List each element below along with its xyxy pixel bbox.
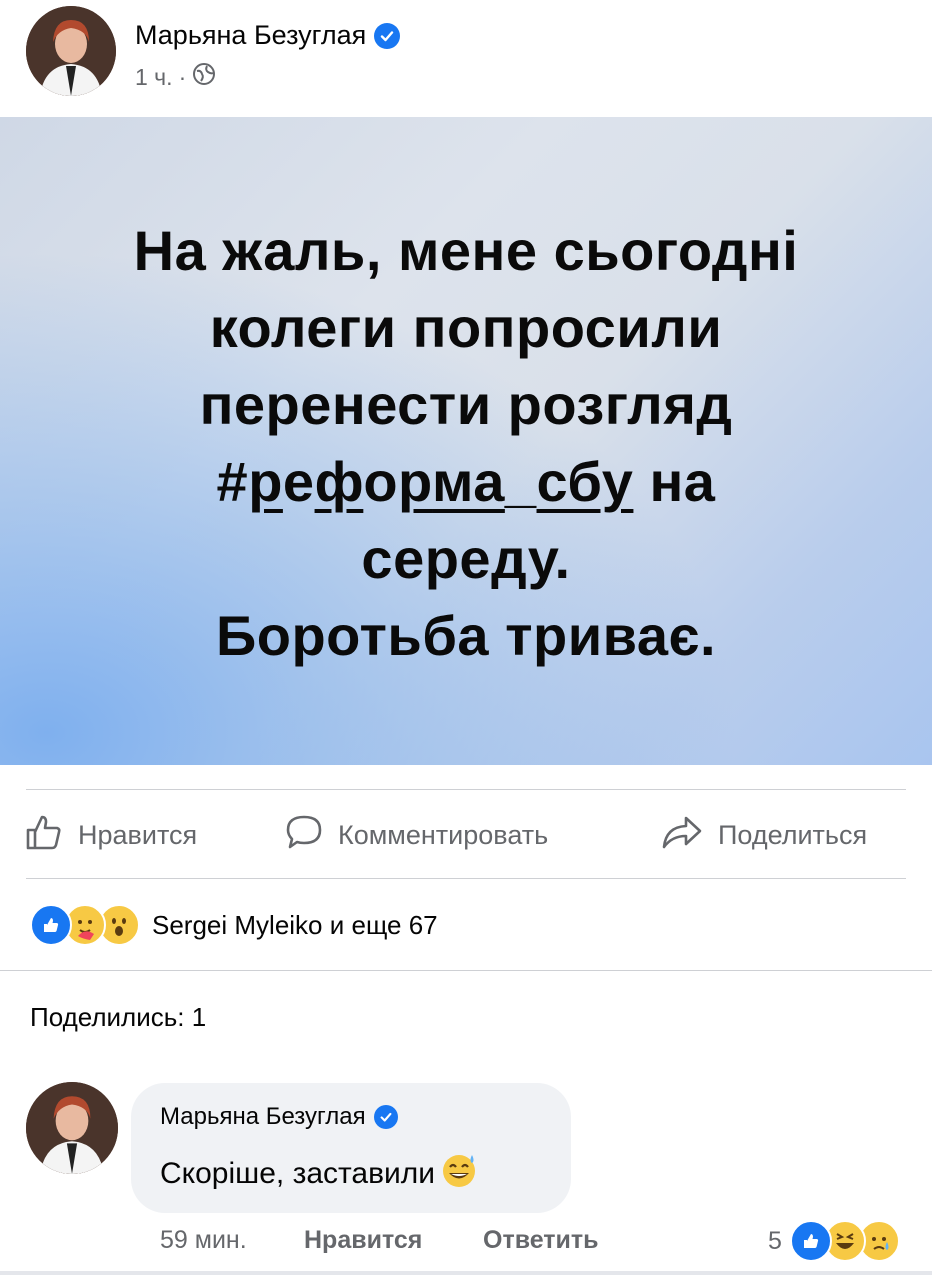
comment-bubble-icon [284,812,324,859]
like-reaction-icon [30,904,72,946]
comment-label: Комментировать [338,820,549,850]
post-author-avatar[interactable] [26,6,116,96]
share-arrow-icon [660,812,704,859]
globe-icon [192,62,216,92]
post-text-line: перенести розгляд [199,373,733,436]
post-time[interactable]: 1 ч. [135,64,173,91]
post-author-name[interactable]: Марьяна Безуглая [135,20,401,51]
hashtag-link[interactable]: #реформа_сбу [217,450,634,513]
post-image[interactable]: На жаль, мене сьогодні колеги попросили … [0,117,932,765]
shares-count[interactable]: Поделились: 1 [30,1002,206,1033]
comment-text: Скоріше, заставили [160,1150,479,1198]
share-label: Поделиться [718,820,868,850]
verified-badge-icon [373,1105,398,1129]
post-text-line: Боротьба триває. [216,604,716,667]
post-text-line: На жаль, мене сьогодні [133,219,799,282]
divider [26,878,906,879]
like-label: Нравится [78,820,198,850]
author-name-text[interactable]: Марьяна Безуглая [135,20,366,51]
post-text-line: середу. [361,527,571,590]
comment-author[interactable]: Марьяна Безуглая [160,1103,398,1131]
divider [0,970,932,971]
sweat-smile-emoji-icon [439,1150,479,1198]
comment-text-content: Скоріше, заставили [160,1157,436,1190]
divider [26,789,906,790]
reactions-summary[interactable]: Sergei Myleiko и еще 67 [152,910,438,941]
hashtag-line: #реформа_сбу на [216,450,716,513]
comment-author-name[interactable]: Марьяна Безуглая [160,1103,366,1131]
reactions-row[interactable]: Sergei Myleiko и еще 67 [30,904,438,946]
comment-reaction-count: 5 [768,1226,782,1255]
share-button[interactable]: Поделиться [660,812,867,859]
verified-badge-icon [374,22,401,49]
like-reaction-icon [789,1220,832,1262]
comment-like-button[interactable]: Нравится [304,1226,422,1255]
meta-separator: · [178,63,187,90]
comment-reply-button[interactable]: Ответить [483,1226,599,1255]
post-meta: 1 ч. · [135,62,216,92]
comment-button[interactable]: Комментировать [284,812,548,859]
bottom-separator [0,1271,932,1275]
thumbs-up-icon [24,812,64,859]
comment-time[interactable]: 59 мин. [160,1226,247,1255]
comment-author-avatar[interactable] [26,1082,118,1174]
comment-reactions[interactable]: 5 [768,1220,900,1262]
like-button[interactable]: Нравится [24,812,197,859]
post-text: На жаль, мене сьогодні колеги попросили … [0,212,932,674]
post-text-line: колеги попросили [209,296,723,359]
